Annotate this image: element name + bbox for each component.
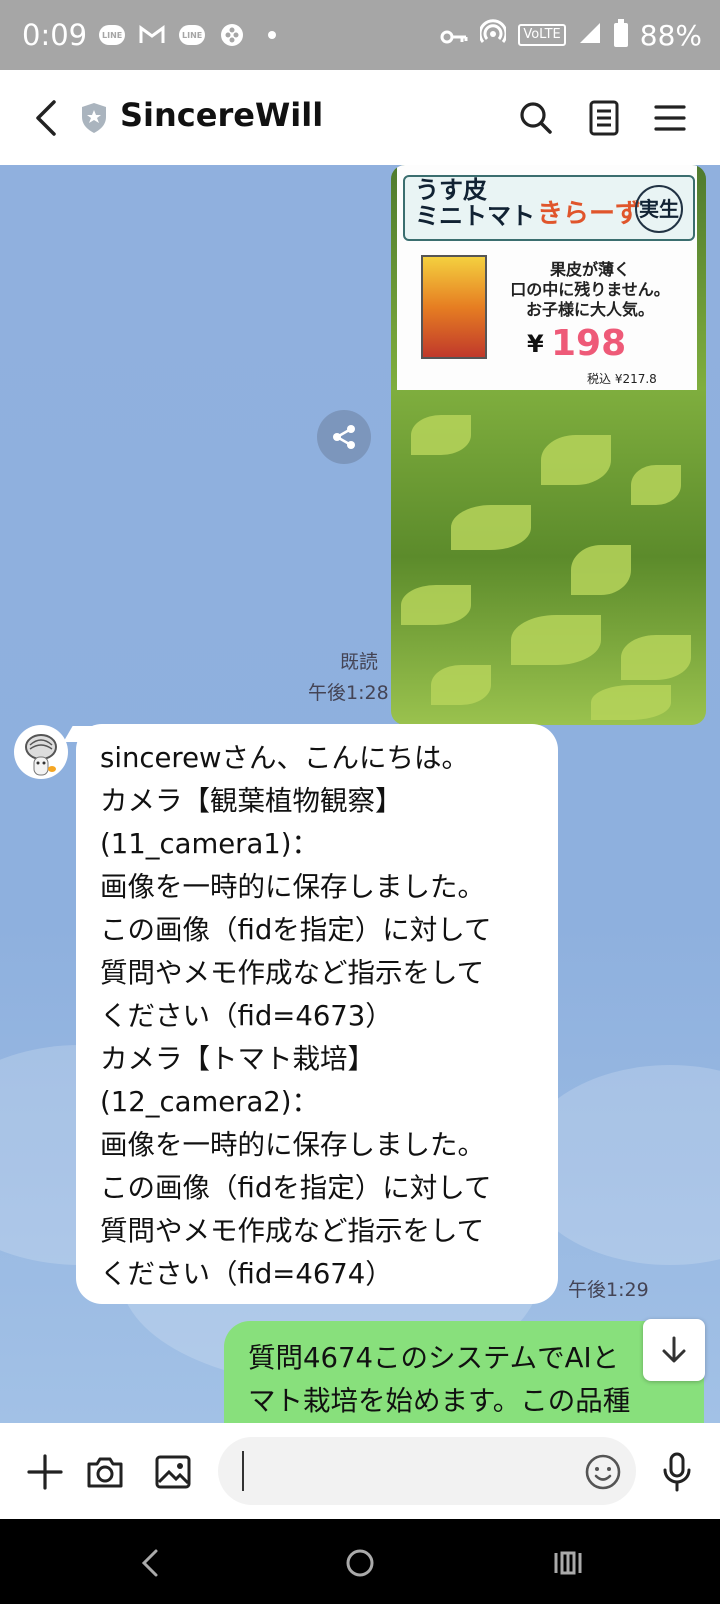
bot-avatar[interactable] xyxy=(14,725,68,779)
camera-icon xyxy=(87,1457,123,1488)
status-time: 0:09 xyxy=(22,18,88,52)
share-button[interactable] xyxy=(317,410,371,464)
bot-message-text: sincerewさん、こんにちは。 カメラ【観葉植物観察】 (11_camera… xyxy=(100,742,492,1290)
add-button[interactable] xyxy=(24,1451,66,1493)
voice-button[interactable] xyxy=(656,1451,698,1493)
chat-title: SincereWill xyxy=(120,96,324,134)
menu-button[interactable] xyxy=(650,98,690,138)
game-icon xyxy=(219,24,245,46)
sign-yen: ¥ xyxy=(527,330,544,358)
signal-icon xyxy=(578,19,602,52)
notes-icon xyxy=(589,100,619,136)
arrow-down-icon xyxy=(662,1336,686,1363)
camera-button[interactable] xyxy=(84,1451,126,1493)
nav-back-button[interactable] xyxy=(132,1543,172,1583)
sign-description: 果皮が薄く 口の中に残りません。 お子様に大人気。 xyxy=(510,260,670,319)
message-input-bar xyxy=(0,1423,720,1519)
seed-packet-image xyxy=(421,255,487,359)
vpn-key-icon xyxy=(440,19,468,52)
my-message-text: 質問4674このシステムでAIと マト栽培を始めます。この品種 xyxy=(248,1342,631,1417)
read-receipt: 既読 xyxy=(340,651,379,673)
microphone-icon xyxy=(663,1452,691,1492)
message-input[interactable] xyxy=(218,1437,636,1505)
received-timestamp: 午後1:29 xyxy=(568,1279,649,1301)
back-button[interactable] xyxy=(30,98,66,138)
sign-title: うす皮 ミニトマト xyxy=(415,176,535,230)
sent-photo[interactable]: うす皮 ミニトマト きらーず 実生 果皮が薄く 口の中に残りません。 お子様に大… xyxy=(391,165,706,725)
gmail-icon xyxy=(139,24,165,46)
hotspot-icon xyxy=(478,18,508,52)
search-button[interactable] xyxy=(516,98,556,138)
dot-icon xyxy=(259,24,285,46)
nav-back-icon xyxy=(141,1549,158,1577)
sign-tax: 税込 ¥217.8 xyxy=(587,372,657,386)
line-icon-2: LINE xyxy=(179,25,206,45)
battery-percent: 88% xyxy=(639,18,702,52)
image-icon xyxy=(155,1455,191,1489)
nav-home-icon xyxy=(346,1549,374,1577)
chat-area[interactable]: うす皮 ミニトマト きらーず 実生 果皮が薄く 口の中に残りません。 お子様に大… xyxy=(0,165,720,1423)
chat-header: SincereWill xyxy=(0,70,720,165)
volte-icon: VoLTE xyxy=(518,24,566,46)
emoji-button[interactable] xyxy=(584,1453,622,1495)
hamburger-menu-icon xyxy=(654,105,686,131)
notes-button[interactable] xyxy=(584,98,624,138)
battery-icon xyxy=(613,19,628,47)
share-icon xyxy=(333,425,355,449)
search-icon xyxy=(520,102,552,134)
scroll-to-bottom-button[interactable] xyxy=(643,1319,705,1381)
sent-timestamp: 午後1:28 xyxy=(308,682,389,704)
status-bar: 0:09 LINE LINE VoLTE 88% xyxy=(0,0,720,70)
sign-badge: 実生 xyxy=(635,185,683,233)
line-icon: LINE xyxy=(99,25,126,45)
sign-price: 198 xyxy=(551,323,627,364)
system-nav-bar xyxy=(0,1519,720,1604)
nav-recents-button[interactable] xyxy=(548,1543,588,1583)
nav-recents-icon xyxy=(554,1551,582,1575)
price-sign: うす皮 ミニトマト きらーず 実生 果皮が薄く 口の中に残りません。 お子様に大… xyxy=(397,165,697,390)
emoji-icon xyxy=(585,1454,621,1490)
text-cursor xyxy=(242,1451,244,1491)
nav-home-button[interactable] xyxy=(340,1543,380,1583)
plus-icon xyxy=(27,1454,63,1490)
verified-shield-icon xyxy=(80,102,108,134)
sign-variety: きらーず xyxy=(537,199,642,229)
gallery-button[interactable] xyxy=(152,1451,194,1493)
